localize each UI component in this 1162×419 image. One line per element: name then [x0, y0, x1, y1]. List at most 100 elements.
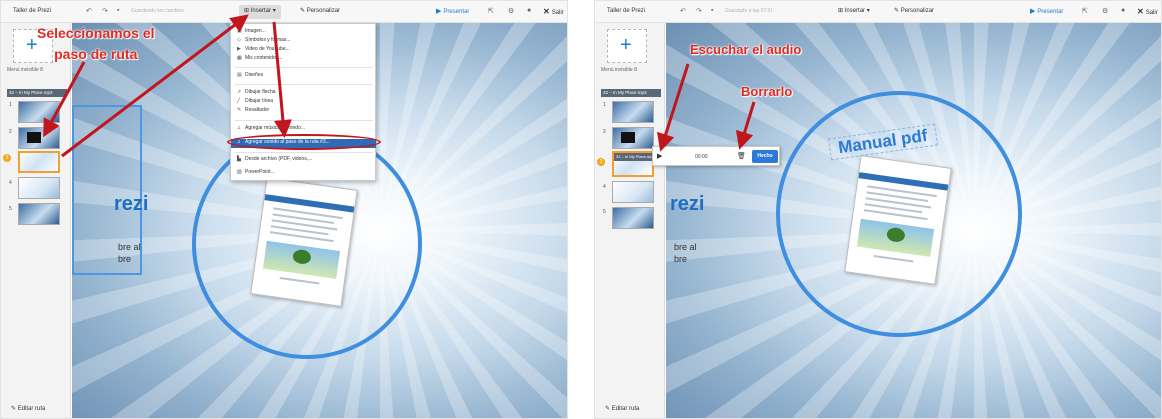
- doc-text-line: [279, 276, 320, 285]
- edit-path-label: Editar ruta: [17, 406, 46, 412]
- share-icon[interactable]: ⇱: [488, 7, 494, 15]
- path-thumbnail-selected[interactable]: [18, 151, 60, 173]
- step-audio-bar[interactable]: 32 – In My Place.mp3: [614, 153, 652, 161]
- insert-button[interactable]: ⊞ Insertar ▾: [833, 5, 875, 19]
- menu-item-background-music[interactable]: ♫ Agregar música de fondo...: [237, 125, 305, 134]
- path-thumbnail[interactable]: [612, 101, 654, 123]
- menu-divider: [235, 152, 373, 153]
- menu-item-highlighter[interactable]: ✎ Resaltador: [237, 107, 269, 116]
- canvas-text-line: bre al: [674, 242, 697, 252]
- present-label: Presentar: [1037, 9, 1064, 15]
- screenshot-insert-menu: Taller de Prezi ↶ ↷ ▪ Guardando los camb…: [0, 0, 568, 419]
- insert-button[interactable]: ⊞ Insertar ▾: [239, 5, 281, 19]
- menu-item-label: PowerPoint...: [245, 169, 275, 175]
- customize-button[interactable]: ✎ Personalizar: [297, 5, 343, 19]
- thumbnail-number: 5: [603, 209, 606, 215]
- gear-icon[interactable]: ⚙: [1102, 7, 1108, 15]
- customize-label: Personalizar: [306, 8, 341, 14]
- menu-item-youtube[interactable]: ▶ Video de YouTube...: [237, 46, 290, 55]
- doc-tree-image: [856, 218, 935, 257]
- save-icon[interactable]: ▪: [117, 7, 119, 14]
- play-icon: ▶: [436, 8, 442, 15]
- customize-button[interactable]: ✎ Personalizar: [891, 5, 937, 19]
- undo-icon[interactable]: ↶: [86, 7, 92, 15]
- delete-audio-button[interactable]: 🗑: [737, 152, 746, 160]
- menu-item-from-file[interactable]: ▙ Desde archivo (PDF, videos,...: [237, 156, 312, 165]
- menu-item-image[interactable]: ▣ Imagen...: [237, 28, 266, 37]
- menu-item-layouts[interactable]: ▤ Diseños: [237, 72, 263, 81]
- share-icon[interactable]: ⇱: [1082, 7, 1088, 15]
- music-icon: ♫: [237, 125, 241, 131]
- path-thumbnail[interactable]: [612, 207, 654, 229]
- pencil-icon: ✎: [605, 406, 612, 412]
- menu-divider: [235, 120, 373, 121]
- add-frame-button[interactable]: +: [607, 29, 647, 63]
- top-toolbar: Taller de Prezi ↶ ↷ ▪ Guardando los camb…: [1, 1, 567, 23]
- customize-label: Personalizar: [900, 8, 935, 14]
- audio-time: 00:00: [695, 154, 708, 160]
- insert-icon: ⊞: [244, 8, 251, 14]
- done-button[interactable]: Hecho: [752, 150, 778, 163]
- canvas-text-line: bre: [674, 254, 688, 264]
- help-icon[interactable]: ●: [527, 7, 531, 14]
- thumbnail-image: [621, 132, 635, 143]
- exit-label: Salir: [1145, 10, 1158, 16]
- redo-icon[interactable]: ↷: [102, 7, 108, 15]
- prezi-canvas[interactable]: rezi bre al bre: [666, 23, 1161, 418]
- path-thumbnail[interactable]: [18, 127, 60, 149]
- top-toolbar: Taller de Prezi ↶ ↷ ▪ Guardado a las 07:…: [595, 1, 1161, 23]
- exit-button[interactable]: ✕ Salir: [543, 7, 564, 16]
- menu-item-my-content[interactable]: ▦ Mis contenidos...: [237, 55, 283, 64]
- gear-icon[interactable]: ⚙: [508, 7, 514, 15]
- path-thumbnail[interactable]: [612, 181, 654, 203]
- edit-path-button[interactable]: ✎ Editar ruta: [11, 405, 45, 412]
- redo-icon[interactable]: ↷: [696, 7, 702, 15]
- background-audio-bar[interactable]: 32 – In My Place.mp3: [601, 89, 661, 97]
- menu-item-line[interactable]: ╱ Dibujar línea: [237, 98, 273, 107]
- path-thumbnail[interactable]: [18, 177, 60, 199]
- undo-icon[interactable]: ↶: [680, 7, 686, 15]
- highlighter-icon: ✎: [237, 107, 242, 113]
- canvas-text-line: bre: [118, 254, 132, 264]
- brush-icon: ✎: [300, 8, 307, 14]
- menu-item-label: Dibujar línea: [245, 98, 274, 104]
- annotation-delete-audio: Borrarlo: [741, 84, 793, 99]
- menu-divider: [235, 67, 373, 68]
- menu-item-symbols[interactable]: ◇ Símbolos y formas...: [237, 37, 291, 46]
- path-thumbnail-selected[interactable]: 32 – In My Place.mp3: [612, 151, 654, 177]
- app-title: Taller de Prezi: [13, 8, 52, 14]
- path-thumbnail[interactable]: [18, 203, 60, 225]
- doc-text-line: [873, 254, 914, 263]
- present-button[interactable]: ▶ Presentar: [436, 7, 469, 15]
- exit-button[interactable]: ✕ Salir: [1137, 7, 1158, 16]
- path-thumbnail[interactable]: [18, 101, 60, 123]
- menu-item-label: Agregar música de fondo...: [245, 125, 306, 131]
- save-icon[interactable]: ▪: [711, 7, 713, 14]
- video-icon: ▶: [237, 46, 241, 52]
- menu-item-powerpoint[interactable]: ▨ PowerPoint...: [237, 169, 275, 178]
- help-icon[interactable]: ●: [1121, 7, 1125, 14]
- exit-label: Salir: [551, 10, 564, 16]
- doc-tree-image: [262, 240, 341, 279]
- play-audio-button[interactable]: ▶: [657, 152, 662, 160]
- pdf-document-page[interactable]: [250, 177, 358, 307]
- thumbnail-number: 2: [603, 129, 606, 135]
- menu-item-arrow[interactable]: ➚ Dibujar flecha: [237, 89, 276, 98]
- audio-step-popup: ▶ 00:00 🗑 Hecho: [652, 146, 780, 166]
- close-icon: ✕: [543, 7, 550, 16]
- present-button[interactable]: ▶ Presentar: [1030, 7, 1063, 15]
- thumbnail-number: 5: [9, 206, 12, 212]
- thumbnail-image: [27, 132, 41, 143]
- present-label: Presentar: [443, 9, 470, 15]
- thumbnail-number: 1: [9, 102, 12, 108]
- menu-item-label: Diseños: [245, 72, 264, 78]
- menu-item-label: Resaltador: [245, 107, 270, 113]
- background-audio-bar[interactable]: 32 – In My Place.mp3: [7, 89, 67, 97]
- edit-path-button[interactable]: ✎ Editar ruta: [605, 405, 639, 412]
- close-icon: ✕: [1137, 7, 1144, 16]
- app-title: Taller de Prezi: [607, 8, 646, 14]
- path-thumbnail[interactable]: [612, 127, 654, 149]
- pdf-document-page[interactable]: [844, 155, 952, 285]
- menu-item-label: Símbolos y formas...: [245, 37, 291, 43]
- annotation-listen-audio: Escuchar el audio: [690, 42, 802, 57]
